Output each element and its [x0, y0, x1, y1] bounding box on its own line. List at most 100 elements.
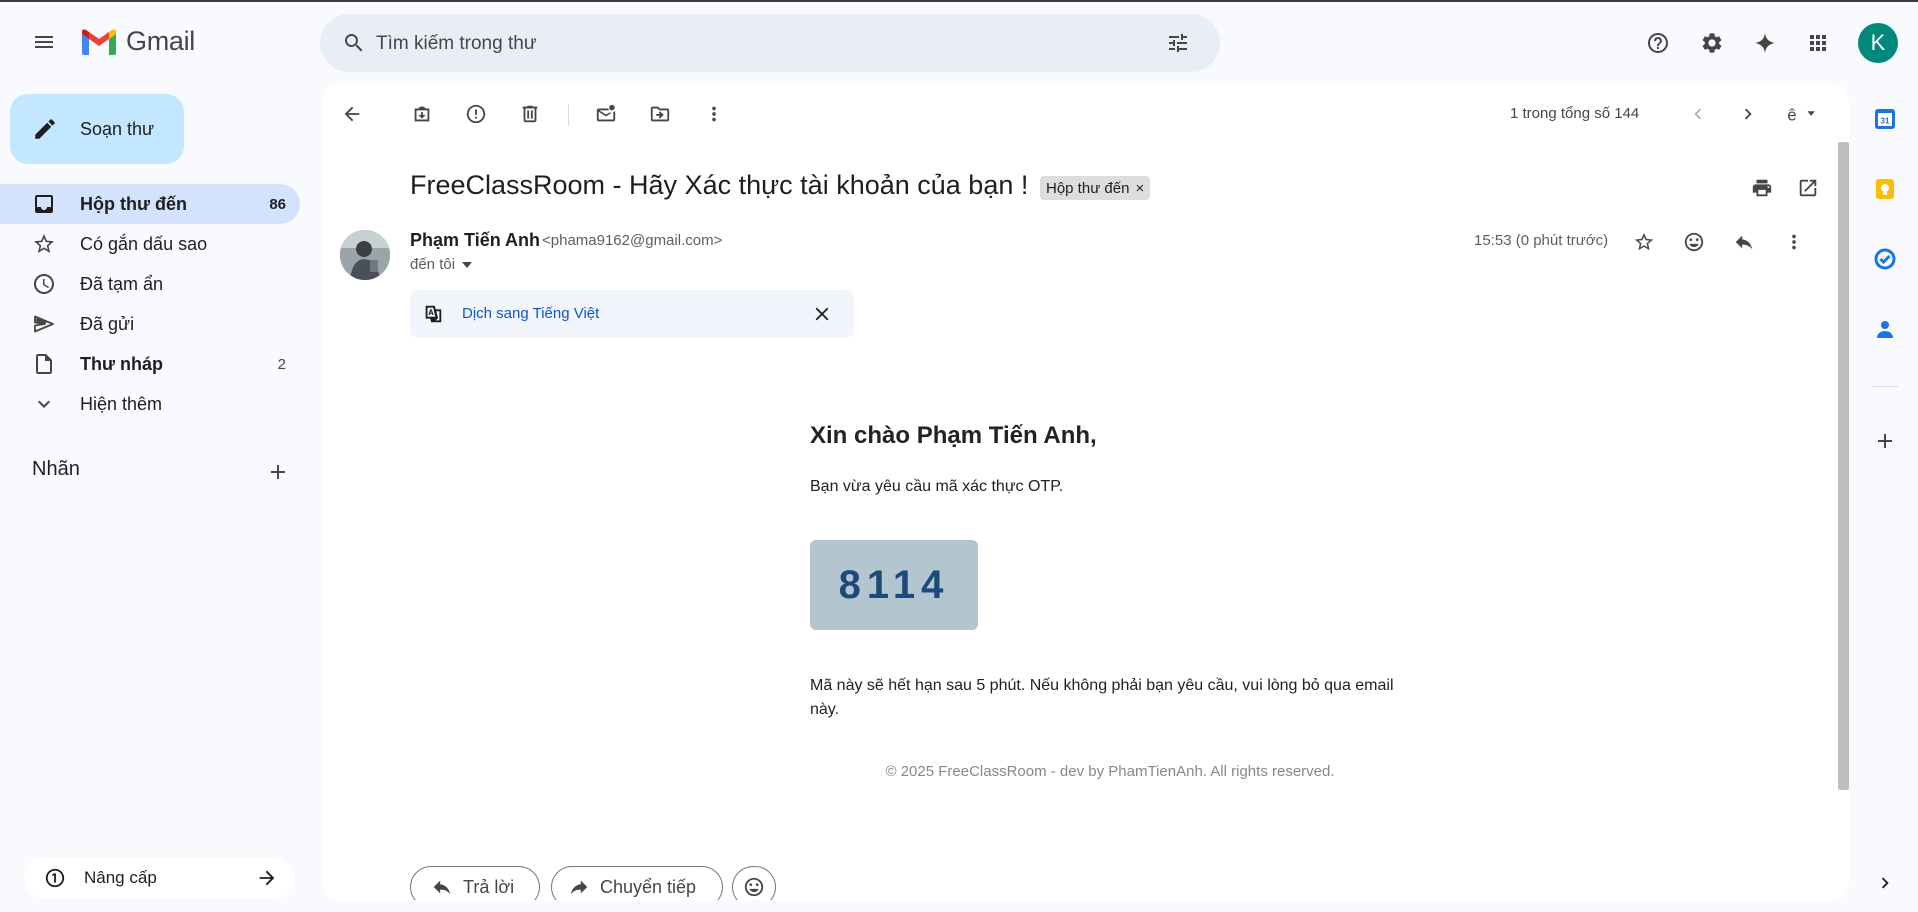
gemini-button[interactable]	[1745, 23, 1785, 63]
forward-button[interactable]: Chuyển tiếp	[551, 866, 723, 900]
sidebar-item-label: Đã tạm ẩn	[80, 273, 164, 294]
tasks-icon	[1874, 248, 1896, 270]
more-vert-icon	[1792, 234, 1796, 250]
account-avatar[interactable]: K	[1858, 23, 1898, 63]
open-new-window-button[interactable]	[1788, 168, 1828, 208]
report-icon	[466, 104, 486, 124]
translate-link[interactable]: Dịch sang Tiếng Việt	[462, 305, 599, 322]
app-name: Gmail	[126, 26, 196, 56]
sidebar-item-inbox[interactable]: Hộp thư đến 86	[0, 184, 300, 224]
sender-name[interactable]: Phạm Tiến Anh	[410, 230, 540, 251]
plus-icon	[1878, 434, 1892, 448]
older-button[interactable]	[1728, 94, 1768, 134]
forward-icon	[570, 880, 588, 895]
sidebar-item-label: Có gắn dấu sao	[80, 233, 208, 254]
google-apps-button[interactable]	[1798, 23, 1838, 63]
print-all-button[interactable]	[1742, 168, 1782, 208]
reply-footer-button[interactable]: Trả lời	[410, 866, 540, 900]
star-button[interactable]	[1624, 222, 1664, 262]
sender-photo	[340, 230, 390, 280]
tune-icon	[1169, 34, 1187, 52]
gmail-m-icon	[82, 28, 116, 55]
sparkle-icon	[1755, 33, 1775, 53]
compose-button[interactable]: Soạn thư	[10, 94, 184, 164]
search-bar[interactable]	[320, 14, 1220, 72]
label-chip-text: Hộp thư đến	[1046, 179, 1130, 197]
chevron-down-icon	[32, 392, 56, 416]
keep-app-button[interactable]	[1870, 174, 1900, 204]
newer-button[interactable]	[1678, 94, 1718, 134]
email-greeting: Xin chào Phạm Tiến Anh,	[810, 422, 1097, 449]
back-button[interactable]	[332, 94, 372, 134]
mark-unread-icon	[596, 104, 616, 122]
keep-icon	[1876, 179, 1894, 199]
compose-label: Soạn thư	[80, 118, 155, 139]
svg-text:31: 31	[1881, 117, 1890, 126]
sidebar-item-sent[interactable]: Đã gửi	[0, 304, 300, 344]
calendar-icon: 31	[1875, 109, 1895, 129]
forward-label: Chuyển tiếp	[600, 876, 697, 897]
tasks-app-button[interactable]	[1870, 244, 1900, 274]
toolbar-divider	[568, 104, 569, 126]
report-spam-button[interactable]	[456, 94, 496, 134]
main-menu-button[interactable]	[24, 22, 64, 62]
mark-unread-button[interactable]	[586, 94, 626, 134]
add-reaction-button[interactable]	[1674, 222, 1714, 262]
sidebar-item-drafts[interactable]: Thư nháp 2	[0, 344, 300, 384]
label-chip-inbox[interactable]: Hộp thư đến ×	[1040, 176, 1151, 200]
search-button[interactable]	[334, 23, 374, 63]
close-icon	[815, 307, 829, 321]
archive-button[interactable]	[402, 94, 442, 134]
reply-button[interactable]	[1724, 222, 1764, 262]
gmail-logo[interactable]: Gmail	[80, 26, 195, 57]
upgrade-button[interactable]: Nâng cấp	[24, 858, 294, 898]
support-button[interactable]	[1638, 23, 1678, 63]
otp-code: 8114	[810, 540, 978, 630]
reply-icon	[1735, 235, 1753, 250]
show-side-panel-button[interactable]	[1870, 868, 1900, 898]
message-scrollbar[interactable]	[1838, 142, 1849, 790]
more-actions-button[interactable]	[694, 94, 734, 134]
sender-email[interactable]: <phama9162@gmail.com>	[542, 232, 722, 249]
settings-button[interactable]	[1692, 23, 1732, 63]
reply-label: Trả lời	[463, 876, 515, 897]
add-label-button[interactable]	[258, 452, 298, 492]
close-translate-button[interactable]	[802, 294, 842, 334]
delete-button[interactable]	[510, 94, 550, 134]
reply-icon	[433, 880, 451, 895]
recipient-details-toggle[interactable]: đến tôi	[410, 256, 473, 273]
print-icon	[1752, 179, 1772, 197]
contacts-app-button[interactable]	[1870, 314, 1900, 344]
get-addons-button[interactable]	[1870, 426, 1900, 456]
star-icon	[32, 232, 56, 256]
chevron-right-icon	[1744, 108, 1752, 120]
search-options-button[interactable]	[1158, 23, 1198, 63]
sidebar-item-snoozed[interactable]: Đã tạm ẩn	[0, 264, 300, 304]
move-to-button[interactable]	[640, 94, 680, 134]
email-intro: Bạn vừa yêu cầu mã xác thực OTP.	[810, 478, 1064, 495]
chevron-right-icon	[1881, 877, 1889, 889]
sidebar-item-more[interactable]: Hiện thêm	[0, 384, 300, 424]
email-timestamp: 15:53 (0 phút trước)	[1474, 232, 1609, 249]
emoji-icon	[1684, 232, 1704, 252]
translate-icon	[425, 305, 442, 323]
pencil-icon	[35, 119, 55, 139]
translate-banner: Dịch sang Tiếng Việt	[410, 290, 854, 338]
sidebar-item-label: Thư nháp	[80, 353, 164, 374]
svg-text:ê: ê	[1787, 106, 1796, 124]
send-icon	[32, 312, 56, 336]
message-more-button[interactable]	[1774, 222, 1814, 262]
open-in-new-icon	[1799, 179, 1817, 197]
arrow-right-icon	[256, 867, 278, 889]
sidebar-item-label: Hiện thêm	[80, 393, 163, 414]
search-input[interactable]	[374, 26, 1138, 62]
sidebar-item-starred[interactable]: Có gắn dấu sao	[0, 224, 300, 264]
react-footer-button[interactable]	[732, 866, 776, 900]
input-tools-button[interactable]: ê	[1774, 94, 1830, 134]
calendar-app-button[interactable]: 31	[1870, 104, 1900, 134]
labels-heading: Nhãn	[32, 458, 80, 480]
upgrade-badge-icon	[44, 867, 66, 889]
remove-label-icon[interactable]: ×	[1135, 180, 1144, 197]
sender-avatar[interactable]	[340, 230, 390, 280]
trash-icon	[522, 105, 538, 123]
